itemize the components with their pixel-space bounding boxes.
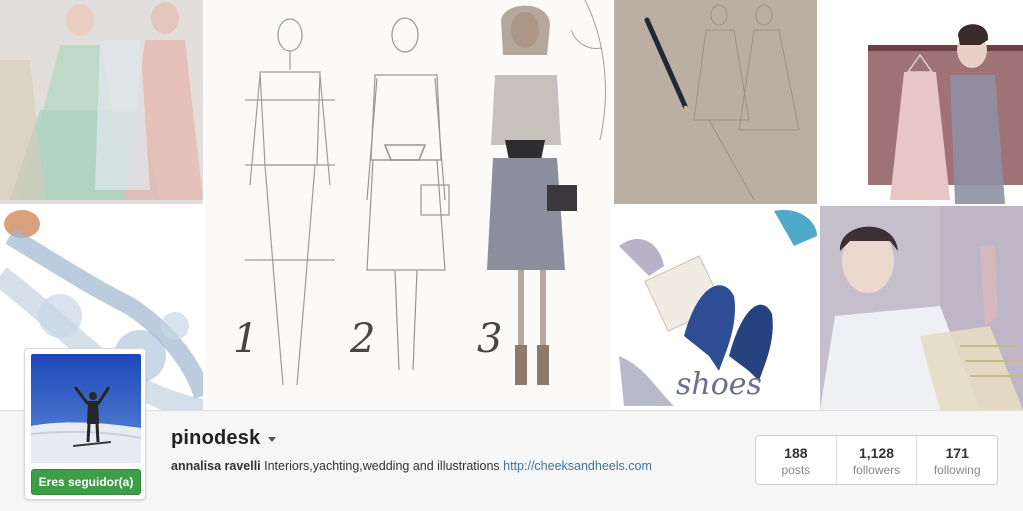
avatar-photo-skier: [31, 354, 141, 463]
hanger-dress-illustration: [820, 0, 1023, 204]
avatar-card: Eres seguidor(a): [24, 348, 146, 500]
chevron-down-icon[interactable]: [268, 437, 277, 442]
stat-followers-label: followers: [852, 463, 901, 477]
stat-followers[interactable]: 1,128 followers: [837, 436, 918, 484]
following-button[interactable]: Eres seguidor(a): [31, 469, 141, 495]
portrait-illustration: [820, 206, 1023, 410]
sketch-number-3: 3: [477, 316, 502, 362]
photo-tile-shoes[interactable]: shoes: [614, 206, 817, 410]
shoes-caption: shoes: [676, 367, 762, 402]
stat-following-label: following: [933, 463, 981, 477]
bio-text: Interiors,yachting,wedding and illustrat…: [264, 459, 500, 473]
photo-tile-portrait[interactable]: [820, 206, 1023, 410]
profile-bio: annalisa ravelli Interiors,yachting,wedd…: [171, 459, 652, 473]
stat-followers-count: 1,128: [858, 445, 895, 461]
stat-posts[interactable]: 188 posts: [756, 436, 837, 484]
photo-tile-gowns[interactable]: [0, 0, 203, 204]
photo-tile-hanger-dress[interactable]: [820, 0, 1023, 204]
croquis-illustration: 1 2 3: [205, 0, 611, 410]
sketch-number-2: 2: [349, 316, 375, 362]
avatar[interactable]: [31, 354, 141, 463]
profile-page: 1 2 3 shoes Eres seguidor(a) pinodesk an…: [0, 0, 1023, 511]
stat-following-count: 171: [945, 445, 969, 461]
photo-mosaic: 1 2 3 shoes: [0, 0, 1023, 410]
sketch-number-1: 1: [233, 316, 258, 362]
stat-following[interactable]: 171 following: [917, 436, 997, 484]
profile-stats: 188 posts 1,128 followers 171 following: [755, 435, 998, 485]
photo-tile-croquis-sketches[interactable]: 1 2 3: [205, 0, 611, 410]
pencil-sketch-photo: [614, 0, 817, 204]
gowns-illustration: [0, 0, 203, 204]
username-row: pinodesk: [171, 426, 277, 449]
photo-tile-pencil-sketch[interactable]: [614, 0, 817, 204]
stat-posts-label: posts: [781, 463, 811, 477]
full-name: annalisa ravelli: [171, 459, 261, 473]
username: pinodesk: [171, 426, 261, 449]
shoes-illustration: shoes: [614, 206, 817, 410]
stat-posts-count: 188: [784, 445, 808, 461]
website-link[interactable]: http://cheeksandheels.com: [503, 459, 652, 473]
